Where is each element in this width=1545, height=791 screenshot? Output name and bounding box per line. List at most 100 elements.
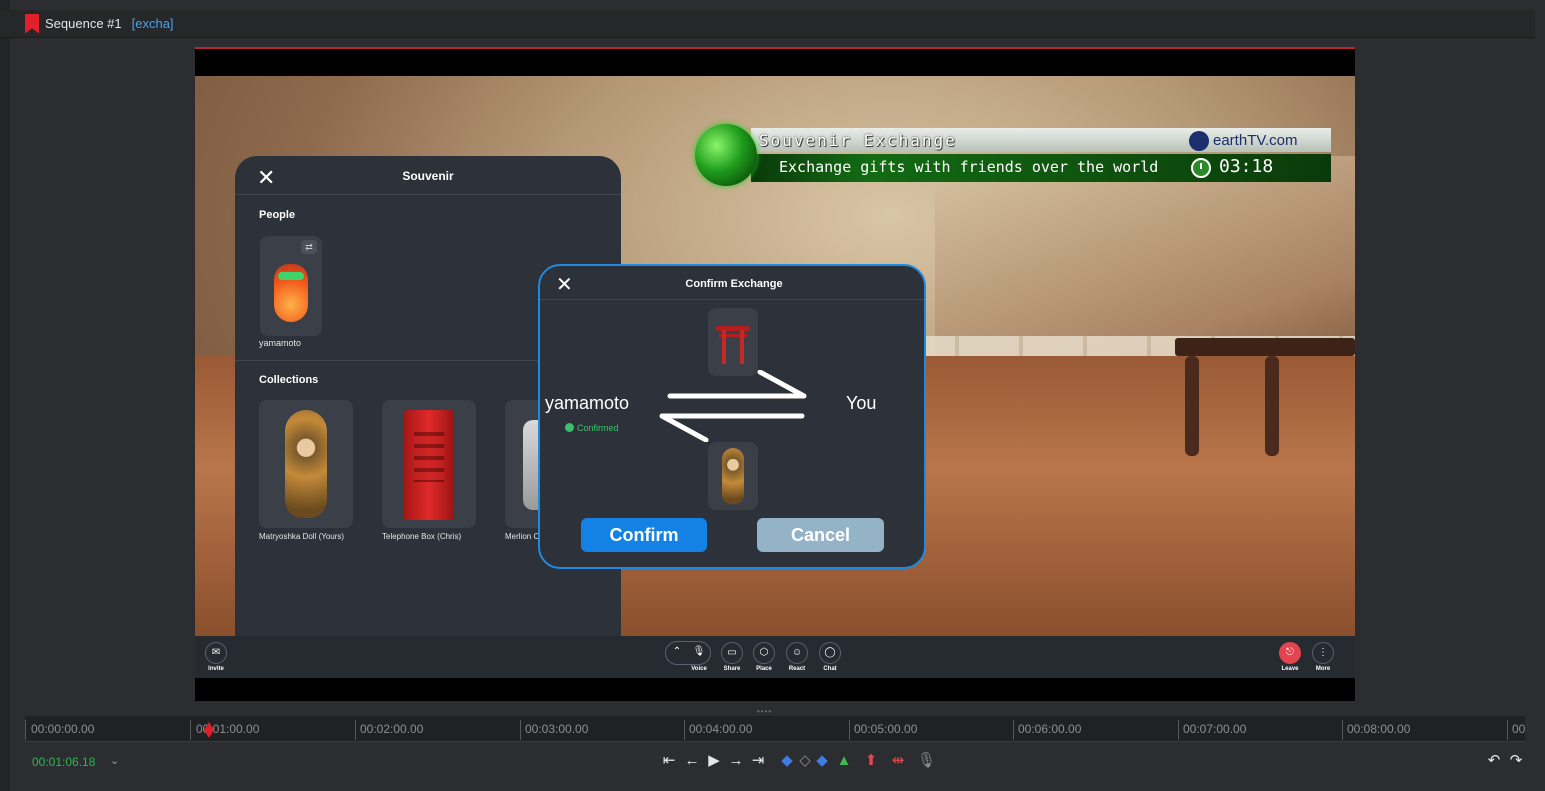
ruler-tick — [190, 720, 191, 740]
chat-icon[interactable]: ◯ — [819, 642, 841, 664]
ruler-tick-label: 00:02:00.00 — [360, 722, 424, 736]
collections-heading: Collections — [259, 374, 319, 386]
ruler-tick — [25, 720, 26, 740]
ruler-tick-label: 00:04:00.00 — [689, 722, 753, 736]
broadcast-banner: Souvenir Exchange earthTV.com Exchange g… — [695, 124, 1335, 186]
cancel-button[interactable]: Cancel — [757, 518, 884, 552]
more-icon[interactable]: ⋮ — [1312, 642, 1334, 664]
ruler-tick — [684, 720, 685, 740]
sequence-title: Sequence #1 — [45, 16, 122, 31]
antique-table — [1175, 338, 1355, 458]
video-editor: Sequence #1 [excha] Souvenir Exchange ea… — [0, 0, 1545, 791]
collection-item-matryoshka[interactable] — [259, 400, 353, 528]
people-heading: People — [259, 209, 296, 221]
ruler-tick-label: 00:06:00.00 — [1018, 722, 1082, 736]
clock-time: 03:18 — [1219, 156, 1274, 177]
ruler-tick-label: 00:00:00.00 — [31, 722, 95, 736]
ruler-tick-label: 00 — [1512, 722, 1526, 736]
brand-name: earthTV.com — [1213, 132, 1298, 149]
mark-out-icon[interactable]: ◆ — [813, 752, 831, 770]
person-card[interactable]: ⇄ — [260, 236, 322, 336]
offered-item-matryoshka — [708, 442, 758, 510]
confirmed-label: Confirmed — [577, 423, 619, 433]
divider — [235, 194, 621, 195]
confirm-button[interactable]: Confirm — [581, 518, 707, 552]
exchange-partner-name: yamamoto — [545, 393, 630, 413]
call-toolbar: ✉ Invite ⌃ 🎙 Voice ▭ Share ⬡ Place ☺ Rea… — [195, 636, 1355, 678]
clock-icon — [1191, 158, 1211, 178]
extract-icon[interactable]: ⇹ — [889, 752, 907, 770]
virtual-room-scene: Souvenir Exchange earthTV.com Exchange g… — [195, 76, 1355, 656]
voice-label: Voice — [691, 666, 707, 672]
react-icon[interactable]: ☺ — [786, 642, 808, 664]
collection-item-label: Matryoshka Doll (Yours) — [259, 532, 345, 541]
redo-icon[interactable]: ↷ — [1507, 752, 1525, 770]
timeline-ruler[interactable]: 00:00:00.00 00:01:00.00 00:02:00.00 00:0… — [25, 716, 1525, 742]
chat-label: Chat — [823, 666, 837, 672]
play-icon[interactable]: ▶ — [705, 752, 723, 770]
person-name: yamamoto — [259, 338, 302, 348]
sequence-header: Sequence #1 [excha] — [0, 10, 1535, 38]
leave-icon[interactable]: ⎋ — [1279, 642, 1301, 664]
place-label: Place — [756, 666, 772, 672]
go-to-end-icon[interactable]: ⇥ — [749, 752, 767, 770]
ruler-tick — [849, 720, 850, 740]
more-label: More — [1315, 666, 1331, 672]
ruler-tick — [1342, 720, 1343, 740]
self-name: You — [846, 393, 877, 413]
marker-icon[interactable]: ◇ — [796, 752, 814, 770]
microphone-icon[interactable]: 🎙 — [688, 642, 710, 664]
confirm-exchange-dialog: ✕ Confirm Exchange yamamoto Confirmed Yo… — [538, 264, 926, 569]
divider — [540, 299, 924, 300]
mark-in-icon[interactable]: ◆ — [778, 752, 796, 770]
bookmark-flag-icon[interactable] — [25, 13, 39, 34]
ruler-tick-label: 00:07:00.00 — [1183, 722, 1247, 736]
chevron-down-icon[interactable]: ⌄ — [110, 754, 119, 767]
banner-ticker-bar: Exchange gifts with friends over the wor… — [751, 154, 1331, 182]
react-label: React — [788, 666, 806, 672]
current-timecode[interactable]: 00:01:06.18 — [32, 755, 95, 769]
exchange-arrows-icon — [659, 370, 807, 442]
undo-icon[interactable]: ↶ — [1485, 752, 1503, 770]
invite-icon[interactable]: ✉ — [205, 642, 227, 664]
banner-title-bar: Souvenir Exchange earthTV.com — [751, 128, 1331, 152]
ruler-tick-label: 00:03:00.00 — [525, 722, 589, 736]
collection-item-label: Merlion C — [505, 532, 540, 541]
ruler-tick — [520, 720, 521, 740]
brand-logo-icon — [1189, 131, 1209, 151]
ruler-tick — [1013, 720, 1014, 740]
ticker-text: Exchange gifts with friends over the wor… — [779, 158, 1159, 176]
check-icon — [565, 423, 574, 432]
chevron-up-icon[interactable]: ⌃ — [666, 642, 688, 664]
offered-item-torii — [708, 308, 758, 376]
matryoshka-doll-image — [722, 448, 744, 504]
collection-item-label: Telephone Box (Chris) — [382, 532, 462, 541]
matryoshka-doll-image — [285, 410, 327, 518]
left-edge-strip — [0, 0, 10, 791]
swap-icon[interactable]: ⇄ — [301, 240, 317, 254]
ruler-tick — [1178, 720, 1179, 740]
add-marker-icon[interactable]: ▲ — [835, 752, 853, 770]
collection-item-telephone-box[interactable] — [382, 400, 476, 528]
lift-icon[interactable]: ⬆ — [862, 752, 880, 770]
ruler-tick — [355, 720, 356, 740]
ruler-tick — [1507, 720, 1508, 740]
go-to-start-icon[interactable]: ⇤ — [660, 752, 678, 770]
ruler-tick-label: 00:05:00.00 — [854, 722, 918, 736]
voiceover-microphone-icon[interactable]: 🎙 — [917, 752, 936, 770]
place-icon[interactable]: ⬡ — [753, 642, 775, 664]
leave-label: Leave — [1281, 666, 1299, 672]
globe-icon — [695, 124, 757, 186]
share-label: Share — [723, 666, 741, 672]
avatar — [274, 264, 308, 322]
confirmed-status: Confirmed — [565, 423, 619, 433]
ruler-tick-label: 00:08:00.00 — [1347, 722, 1411, 736]
sequence-tag[interactable]: [excha] — [132, 16, 174, 31]
torii-gate-image — [716, 318, 750, 366]
telephone-box-image — [404, 410, 454, 520]
step-forward-icon[interactable]: → — [727, 752, 745, 770]
video-frame: Souvenir Exchange earthTV.com Exchange g… — [195, 47, 1355, 701]
dialog-title: Confirm Exchange — [685, 278, 783, 290]
step-back-icon[interactable]: ← — [683, 752, 701, 770]
share-icon[interactable]: ▭ — [721, 642, 743, 664]
